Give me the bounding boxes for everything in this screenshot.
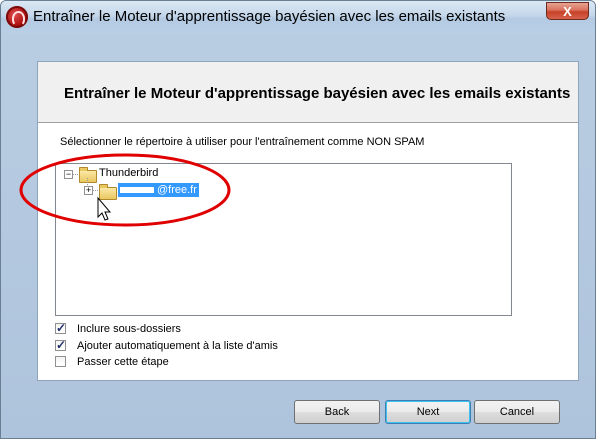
annotation-overlay (19, 153, 231, 227)
annotation-ellipse (19, 153, 231, 227)
mouse-pointer-icon (97, 196, 112, 221)
dialog-window: Entraîner le Moteur d'apprentissage bayé… (0, 0, 596, 439)
